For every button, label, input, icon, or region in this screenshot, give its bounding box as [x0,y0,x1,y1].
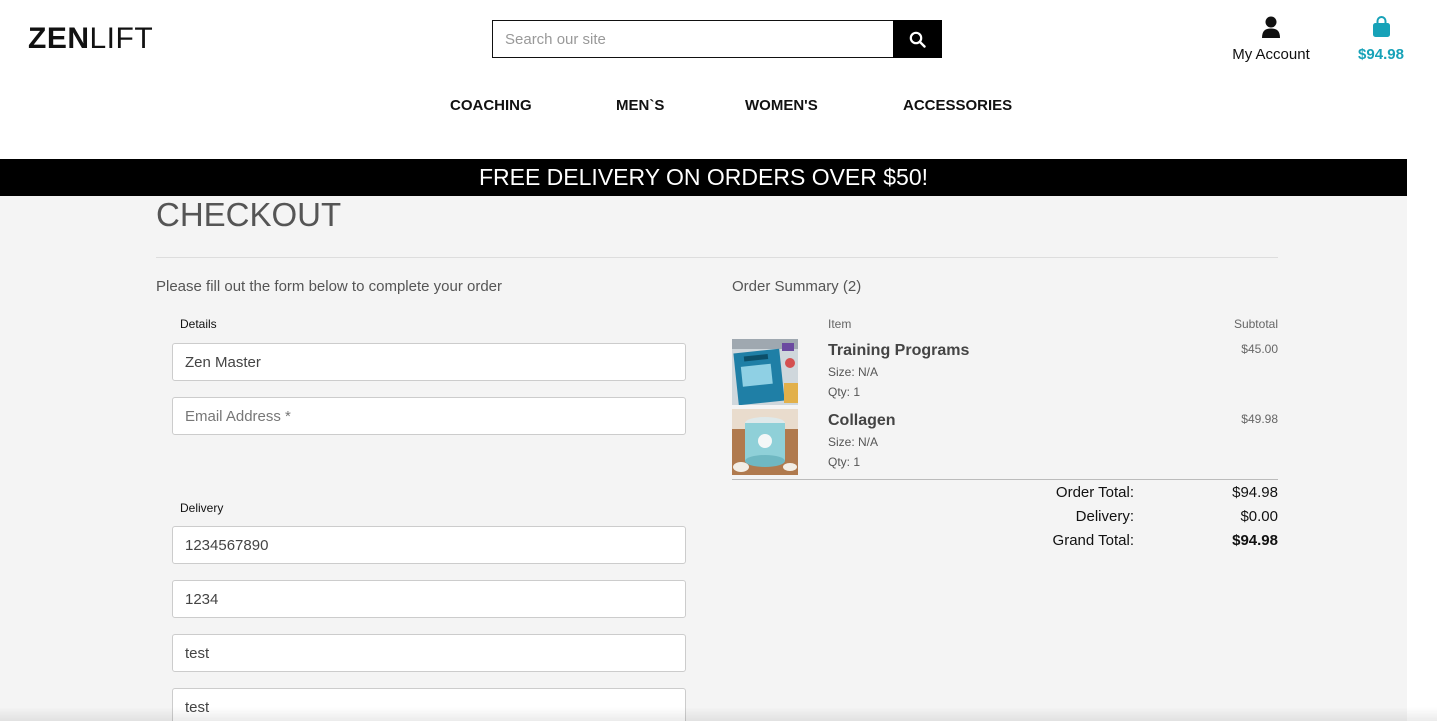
bottom-shadow [0,707,1437,721]
page-gutter [1407,159,1437,721]
delivery-legend: Delivery [180,501,224,515]
shopping-bag-link[interactable]: $94.98 [1352,16,1410,63]
item-qty: Qty: 1 [828,385,861,399]
bag-total: $94.98 [1358,46,1404,63]
user-icon [1262,16,1280,38]
nav-coaching[interactable]: COACHING [450,97,532,114]
item-subtotal: $49.98 [1241,412,1278,426]
search-button[interactable] [893,20,942,58]
town-city-field[interactable] [172,634,686,672]
item-size: Size: N/A [828,435,879,449]
item-subtotal: $45.00 [1241,342,1278,356]
item-qty: Qty: 1 [828,455,861,469]
main-nav: COACHING MEN`S WOMEN'S ACCESSORIES [0,97,1437,119]
search-form [492,20,942,58]
logo-zen: ZEN [28,22,90,55]
shopping-bag-icon [1372,16,1390,37]
grand-total-label: Grand Total: [1052,532,1134,549]
page-title: CHECKOUT [156,196,342,233]
nav-womens[interactable]: WOMEN'S [745,97,818,114]
nav-accessories[interactable]: ACCESSORIES [903,97,1012,114]
delivery-cost-label: Delivery: [1075,508,1134,525]
subtotal-column-header: Subtotal [1233,317,1278,331]
grand-total-value: $94.98 [1232,532,1278,549]
nav-mens[interactable]: MEN`S [616,97,664,114]
checkout-page: CHECKOUT Please fill out the form below … [0,196,1407,721]
summary-divider [732,479,1278,480]
email-field[interactable] [172,397,686,435]
order-summary-title: Order Summary (2) [732,278,862,295]
search-icon [909,31,926,48]
title-divider [156,257,1278,258]
logo-lift: LIFT [89,22,154,55]
order-total-label: Order Total: [1055,484,1134,501]
order-total-value: $94.98 [1232,484,1278,501]
promo-banner: FREE DELIVERY ON ORDERS OVER $50! [0,159,1407,196]
phone-number-field[interactable] [172,526,686,564]
site-logo[interactable]: ZENLIFT [28,22,153,56]
checkout-intro: Please fill out the form below to comple… [156,278,503,295]
item-name: Training Programs [828,342,970,359]
item-size: Size: N/A [828,365,879,379]
search-input[interactable] [492,20,893,58]
details-legend: Details [180,317,217,331]
full-name-field[interactable] [172,343,686,381]
collagen-image[interactable] [732,409,798,475]
delivery-cost-value: $0.00 [1240,508,1278,525]
my-account-label: My Account [1232,46,1310,63]
item-name: Collagen [828,412,896,429]
postcode-field[interactable] [172,580,686,618]
site-header: ZENLIFT My Account $94.98 COACHING MEN`S… [0,0,1437,159]
my-account-link[interactable]: My Account [1226,16,1316,63]
item-column-header: Item [828,317,852,331]
training-programs-image[interactable] [732,339,798,405]
